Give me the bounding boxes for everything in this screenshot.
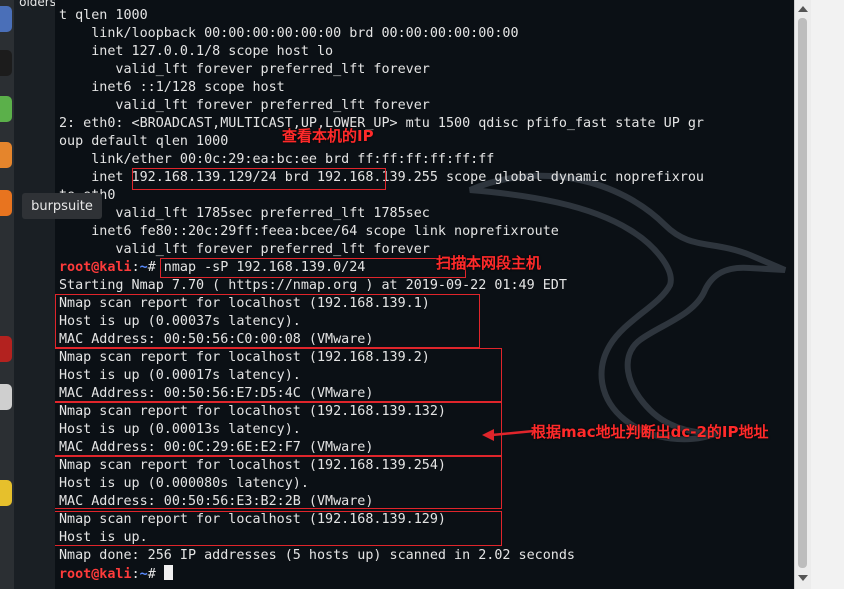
terminal-line: Nmap scan report for localhost (192.168.… bbox=[59, 296, 430, 311]
dock-item-gray[interactable] bbox=[0, 384, 12, 410]
prompt-command: # bbox=[147, 567, 164, 582]
terminal-line: Starting Nmap 7.70 ( https://nmap.org ) … bbox=[59, 278, 567, 293]
text-cursor bbox=[163, 565, 173, 580]
dock-item-blue[interactable] bbox=[0, 6, 12, 32]
dock-item-burpsuite[interactable] bbox=[0, 190, 12, 216]
prompt-dir: ~ bbox=[139, 260, 148, 275]
terminal-line: link/ether 00:0c:29:ea:bc:ee brd ff:ff:f… bbox=[59, 152, 495, 167]
prompt-user: root@kali bbox=[59, 260, 132, 275]
terminal-line: valid_lft forever preferred_lft forever bbox=[59, 62, 430, 77]
annotation-scan-hosts: 扫描本网段主机 bbox=[436, 254, 542, 272]
annotation-check-local-ip: 查看本机的IP bbox=[282, 127, 374, 145]
annotation-arrow bbox=[482, 429, 535, 441]
terminal-line: MAC Address: 00:50:56:E7:D5:4C (VMware) bbox=[59, 386, 374, 401]
terminal-line: valid_lft 1785sec preferred_lft 1785sec bbox=[59, 206, 430, 221]
terminal-line: Host is up (0.000080s latency). bbox=[59, 476, 309, 491]
scroll-up-arrow-icon[interactable] bbox=[798, 6, 808, 12]
dock-item-green[interactable] bbox=[0, 96, 12, 122]
desktop-margin bbox=[811, 0, 844, 589]
terminal-line: Nmap done: 256 IP addresses (5 hosts up)… bbox=[59, 548, 575, 563]
burpsuite-tooltip: burpsuite bbox=[22, 193, 102, 219]
terminal-line: t qlen 1000 bbox=[59, 8, 148, 23]
annotation-mac-judge: 根据mac地址判断出dc-2的IP地址 bbox=[531, 423, 769, 441]
terminal-line: inet 127.0.0.1/8 scope host lo bbox=[59, 44, 334, 59]
terminal-line: MAC Address: 00:50:56:E3:B2:2B (VMware) bbox=[59, 494, 374, 509]
terminal-line: 2: eth0: <BROADCAST,MULTICAST,UP,LOWER_U… bbox=[59, 116, 704, 131]
prompt-command: # nmap -sP 192.168.139.0/24 bbox=[147, 260, 366, 275]
terminal-window[interactable]: t qlen 1000 link/loopback 00:00:00:00:00… bbox=[55, 0, 794, 589]
scroll-down-arrow-icon[interactable] bbox=[798, 575, 808, 581]
terminal-line: oup default qlen 1000 bbox=[59, 134, 229, 149]
terminal-line: inet6 ::1/128 scope host bbox=[59, 80, 285, 95]
terminal-line: Nmap scan report for localhost (192.168.… bbox=[59, 404, 446, 419]
terminal-line: root@kali:~# bbox=[59, 565, 704, 583]
dock-item-red[interactable] bbox=[0, 336, 12, 362]
terminal-line: valid_lft forever preferred_lft forever bbox=[59, 98, 430, 113]
dock-item-yellow[interactable] bbox=[0, 480, 12, 506]
folders-label: olders bbox=[19, 0, 56, 9]
terminal-scrollbar[interactable] bbox=[794, 0, 844, 589]
terminal-line: Nmap scan report for localhost (192.168.… bbox=[59, 350, 430, 365]
terminal-line: valid_lft forever preferred_lft forever bbox=[59, 242, 430, 257]
terminal-line: Host is up (0.00037s latency). bbox=[59, 314, 301, 329]
scroll-thumb[interactable] bbox=[798, 18, 807, 568]
launcher-dock bbox=[0, 0, 14, 589]
prompt-user: root@kali bbox=[59, 567, 132, 582]
terminal-line: Nmap scan report for localhost (192.168.… bbox=[59, 512, 446, 527]
prompt-separator: : bbox=[131, 260, 140, 275]
prompt-separator: : bbox=[131, 567, 140, 582]
terminal-line: link/loopback 00:00:00:00:00:00 brd 00:0… bbox=[59, 26, 519, 41]
terminal-line: Nmap scan report for localhost (192.168.… bbox=[59, 458, 446, 473]
terminal-line: Host is up. bbox=[59, 530, 148, 545]
dock-item-dark[interactable] bbox=[0, 50, 12, 76]
terminal-output: t qlen 1000 link/loopback 00:00:00:00:00… bbox=[59, 7, 704, 583]
prompt-dir: ~ bbox=[139, 567, 148, 582]
dock-item-orange[interactable] bbox=[0, 142, 12, 168]
terminal-line: root@kali:~# nmap -sP 192.168.139.0/24 bbox=[59, 259, 704, 277]
terminal-line: MAC Address: 00:50:56:C0:00:08 (VMware) bbox=[59, 332, 374, 347]
terminal-line: inet 192.168.139.129/24 brd 192.168.139.… bbox=[59, 170, 704, 185]
terminal-line: Host is up (0.00017s latency). bbox=[59, 368, 301, 383]
terminal-line: inet6 fe80::20c:29ff:feea:bcee/64 scope … bbox=[59, 224, 559, 239]
scroll-track[interactable] bbox=[794, 0, 811, 589]
terminal-line: te eth0 bbox=[59, 187, 704, 205]
